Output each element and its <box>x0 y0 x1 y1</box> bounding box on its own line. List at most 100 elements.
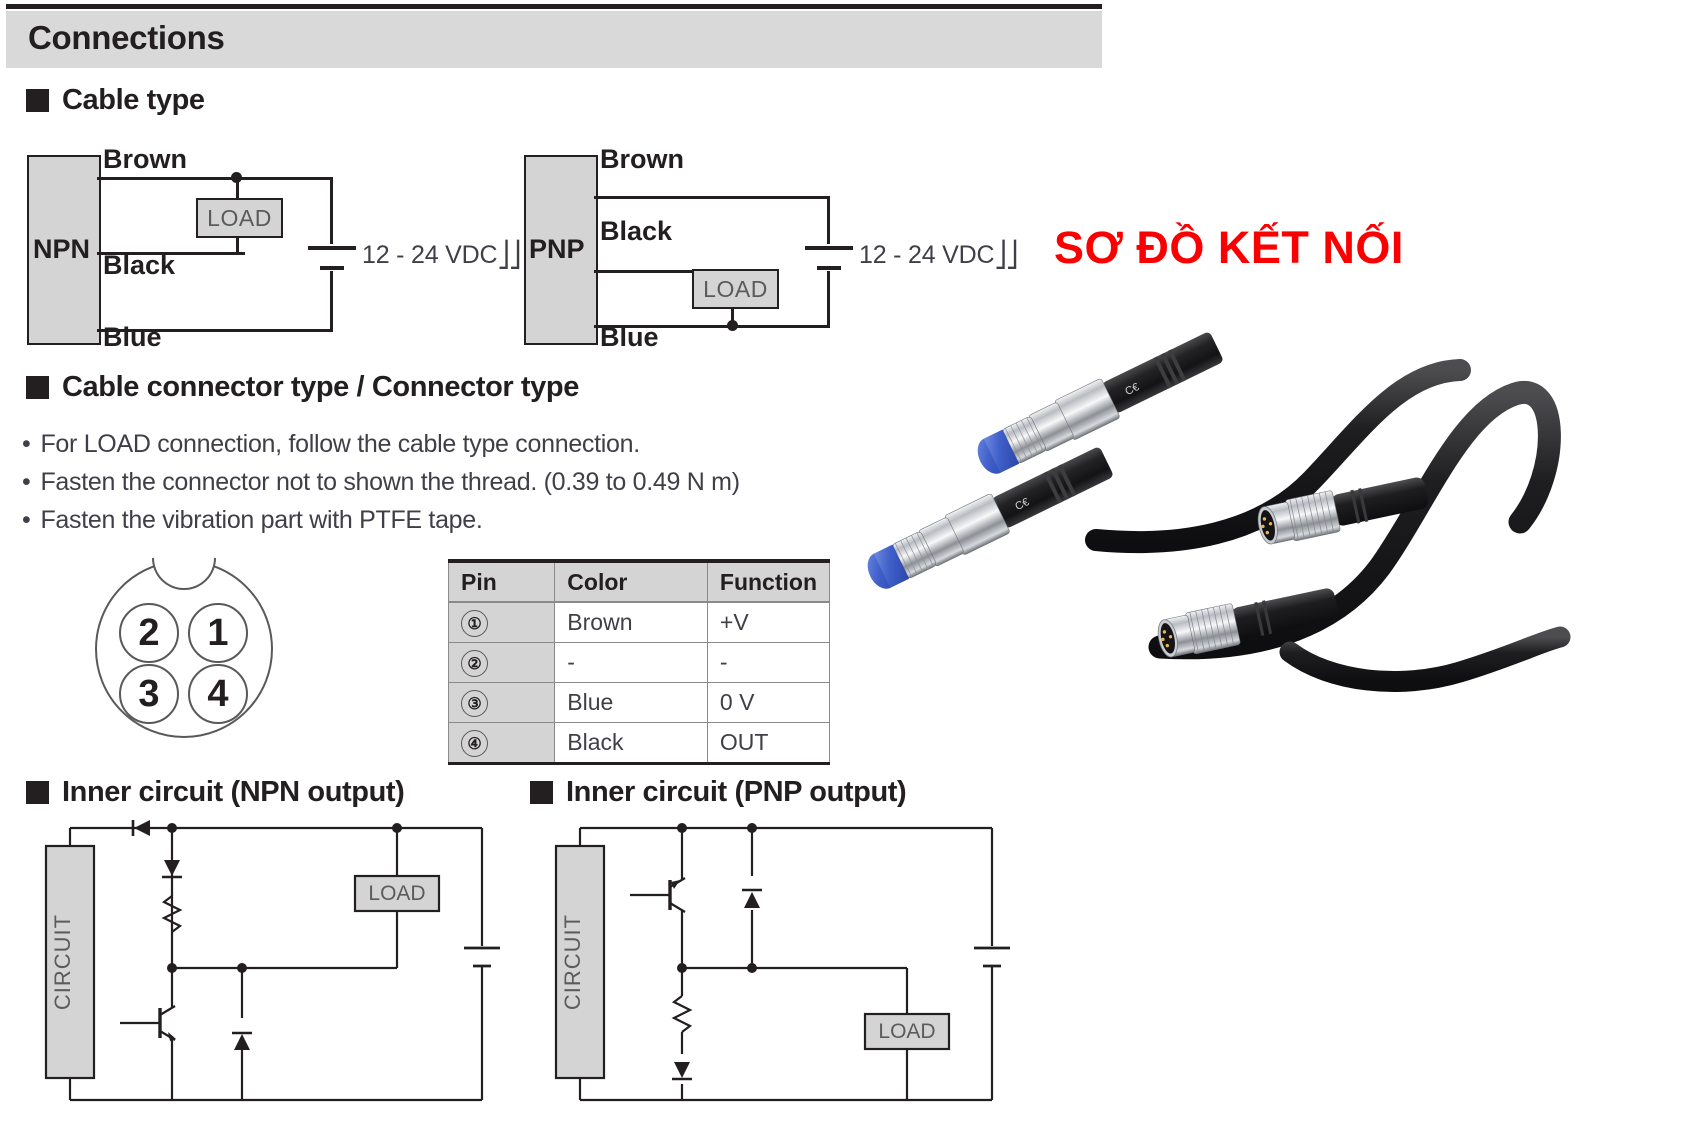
column-header-function: Function <box>706 559 831 603</box>
section-title: Cable connector type / Connector type <box>62 371 579 403</box>
inner-circuit-npn: CIRCUIT LOAD <box>42 818 512 1118</box>
cell-pin: ① <box>447 602 556 643</box>
diode-icon <box>674 1062 690 1078</box>
wire-label-brown: Brown <box>600 144 684 174</box>
junction-node <box>167 823 177 833</box>
battery-plate-short-pnp <box>817 266 841 270</box>
pnp-wires <box>578 826 994 1102</box>
wire-label-black: Black <box>600 216 673 246</box>
column-header-color: Color <box>554 559 708 603</box>
wire-brown-pnp <box>594 196 830 199</box>
pin-assignment-table: Pin Color Function ① Brown +V ② - - ③ Bl… <box>447 559 831 765</box>
zener-diode-icon <box>164 860 180 876</box>
section-title: Inner circuit (NPN output) <box>62 776 405 808</box>
load-box-pnp: LOAD <box>692 269 779 309</box>
list-item: • Fasten the vibration part with PTFE ta… <box>22 501 842 539</box>
transistor-collector-lead <box>669 902 686 913</box>
connector-pinout-diagram: 2 1 3 4 <box>95 558 275 740</box>
table-header-row: Pin Color Function <box>447 559 831 603</box>
junction-node <box>677 963 687 973</box>
overlay-caption-vietnamese: SƠ ĐỒ KẾT NỐI <box>1054 222 1404 273</box>
bullet-square-icon <box>530 781 553 804</box>
table-row: ③ Blue 0 V <box>447 682 831 723</box>
section-title: Cable type <box>62 84 205 116</box>
pin-number-badge: ④ <box>461 730 488 758</box>
cable-lower <box>1279 626 1571 693</box>
junction-node <box>677 823 687 833</box>
table-row: ④ Black OUT <box>447 722 831 765</box>
note-text: For LOAD connection, follow the cable ty… <box>40 430 640 458</box>
page-title: Connections <box>28 19 225 56</box>
flyback-diode-icon <box>234 1034 250 1050</box>
junction-node <box>747 823 757 833</box>
load-box-npn: LOAD <box>196 198 283 238</box>
load-label: LOAD <box>878 1020 935 1043</box>
cell-color: Brown <box>554 602 708 643</box>
junction-node <box>167 963 177 973</box>
list-item: • For LOAD connection, follow the cable … <box>22 425 842 463</box>
note-text: Fasten the vibration part with PTFE tape… <box>40 506 483 534</box>
circuit-block-label: CIRCUIT <box>50 914 75 1010</box>
npn-schematic: CIRCUIT LOAD <box>44 820 500 1102</box>
section-title: Inner circuit (PNP output) <box>566 776 907 808</box>
pin-number-badge: ① <box>461 610 488 638</box>
section-heading-connector-type: Cable connector type / Connector type <box>26 371 579 404</box>
wire-label-brown: Brown <box>103 144 187 174</box>
section-heading-cable-type: Cable type <box>26 84 205 117</box>
product-photo: C€ C€ <box>860 332 1571 697</box>
transistor-collector-lead <box>159 1005 176 1016</box>
pnp-schematic: CIRCUIT LOAD <box>554 823 1010 1102</box>
bullet-square-icon <box>26 89 49 112</box>
sensor-photo-illustration: C€ C€ <box>867 332 1571 693</box>
section-heading-inner-pnp: Inner circuit (PNP output) <box>530 776 907 809</box>
wire-blue-pnp <box>594 325 830 328</box>
pin-number-badge: ③ <box>461 690 488 718</box>
supply-label-npn: 12 - 24 VDC⎦⎦ <box>362 240 521 270</box>
cell-function: +V <box>706 602 831 643</box>
supply-voltage-text: 12 - 24 VDC <box>859 241 995 269</box>
pin-number-badge: ② <box>461 650 488 678</box>
load-label: LOAD <box>368 882 425 905</box>
column-header-pin: Pin <box>447 559 556 603</box>
pin-circle-1: 1 <box>188 603 248 663</box>
section-heading-inner-npn: Inner circuit (NPN output) <box>26 776 405 809</box>
cell-function: 0 V <box>706 682 831 723</box>
note-text: Fasten the connector not to shown the th… <box>40 468 740 496</box>
cell-pin: ④ <box>447 722 556 765</box>
dc-symbol-icon: ⎦⎦ <box>497 241 521 269</box>
transistor-emitter-arrow-icon <box>671 880 680 889</box>
notes-list: • For LOAD connection, follow the cable … <box>22 425 842 539</box>
wire-black-npn <box>97 252 245 255</box>
sensor-body-label: PNP <box>529 234 585 264</box>
zener-diode-icon <box>744 892 760 908</box>
junction-node <box>747 963 757 973</box>
junction-node-npn <box>231 172 242 183</box>
bullet-square-icon <box>26 781 49 804</box>
bullet-marker-icon: • <box>22 506 31 534</box>
header-rule <box>6 4 1102 9</box>
cell-pin: ② <box>447 642 556 683</box>
battery-plate-long-npn <box>308 246 356 250</box>
pin-circle-2: 2 <box>119 603 179 663</box>
wire-label-blue: Blue <box>103 322 162 352</box>
dc-symbol-icon: ⎦⎦ <box>994 241 1018 269</box>
pin-circle-3: 3 <box>119 664 179 724</box>
npn-wires <box>68 826 484 1102</box>
wire-blue-npn <box>97 329 333 332</box>
wire-rail-top-npn <box>330 177 333 244</box>
wire-rail-bottom-npn <box>330 271 333 332</box>
battery-plate-long-pnp <box>805 246 853 250</box>
inner-circuit-pnp: CIRCUIT LOAD <box>552 818 1022 1118</box>
list-item: • Fasten the connector not to shown the … <box>22 463 842 501</box>
resistor-icon <box>671 995 693 1033</box>
supply-voltage-text: 12 - 24 VDC <box>362 241 498 269</box>
cell-color: Black <box>554 722 708 765</box>
cell-function: - <box>706 642 831 683</box>
cell-pin: ③ <box>447 682 556 723</box>
circuit-block-label: CIRCUIT <box>560 914 585 1010</box>
junction-node <box>392 823 402 833</box>
supply-label-pnp: 12 - 24 VDC⎦⎦ <box>859 240 1018 270</box>
diode-reverse-polarity-icon <box>134 820 150 836</box>
pin-circle-4: 4 <box>188 664 248 724</box>
battery-plate-short-npn <box>320 266 344 270</box>
